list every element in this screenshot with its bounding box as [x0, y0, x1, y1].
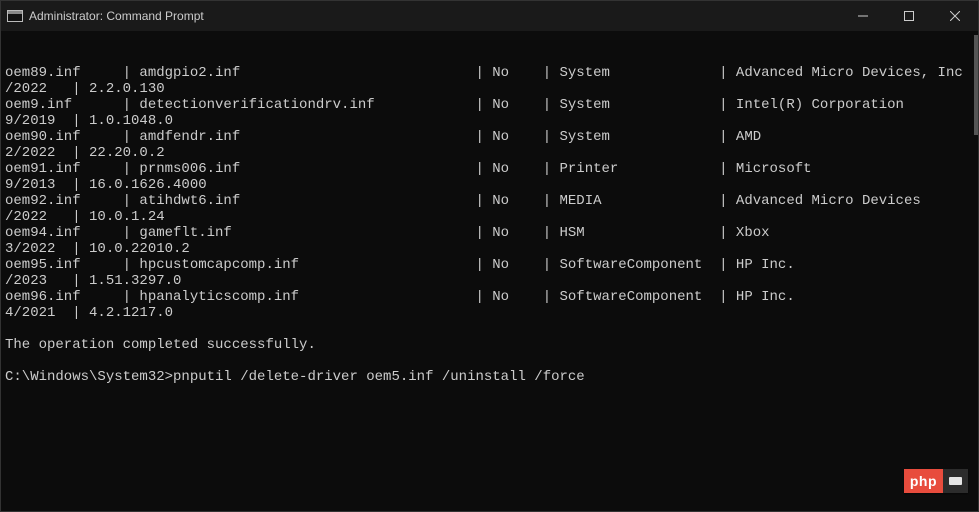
scrollbar[interactable] [966, 31, 978, 511]
minimize-icon [858, 11, 868, 21]
minimize-button[interactable] [840, 1, 886, 31]
scrollbar-thumb[interactable] [974, 35, 978, 135]
close-button[interactable] [932, 1, 978, 31]
cmd-icon [7, 10, 23, 22]
titlebar[interactable]: Administrator: Command Prompt [1, 1, 978, 31]
window-title: Administrator: Command Prompt [29, 9, 840, 23]
terminal-output: oem89.inf | amdgpio2.inf | No | System |… [5, 65, 974, 385]
maximize-button[interactable] [886, 1, 932, 31]
command-prompt-window: Administrator: Command Prompt oem89.inf … [0, 0, 979, 512]
watermark-bar-icon [949, 477, 962, 485]
terminal-area[interactable]: oem89.inf | amdgpio2.inf | No | System |… [1, 31, 978, 511]
watermark-right [943, 469, 968, 493]
window-controls [840, 1, 978, 31]
watermark-badge: php [904, 469, 968, 493]
maximize-icon [904, 11, 914, 21]
watermark-left: php [904, 469, 943, 493]
close-icon [950, 11, 960, 21]
